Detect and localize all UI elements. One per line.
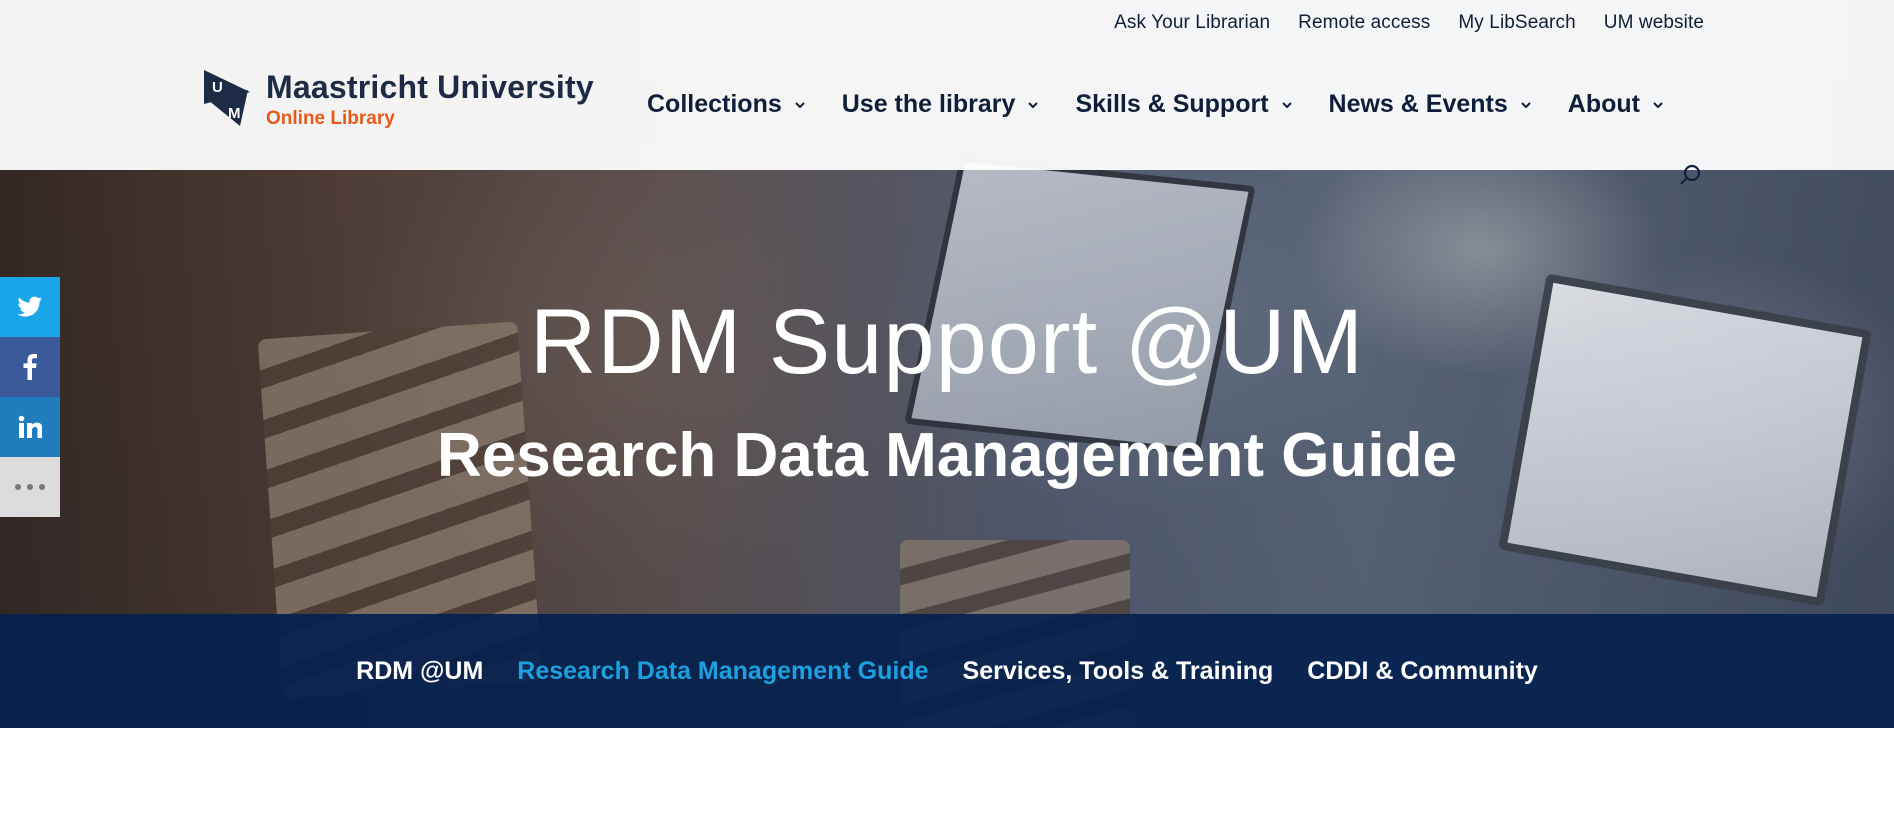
search-icon[interactable] <box>1680 163 1702 185</box>
logo-text: Maastricht University Online Library <box>266 70 594 130</box>
nav-item-label: About <box>1567 90 1640 118</box>
top-utility-nav: Ask Your Librarian Remote access My LibS… <box>1114 12 1704 34</box>
section-subnav: RDM @UM Research Data Management Guide S… <box>0 614 1894 728</box>
subnav-item-cddi-community[interactable]: CDDI & Community <box>1307 657 1538 686</box>
chevron-down-icon <box>1653 101 1663 108</box>
hero-subtitle: Research Data Management Guide <box>437 421 1457 490</box>
logo-subtitle: Online Library <box>266 108 395 129</box>
nav-item-collections[interactable]: Collections <box>647 90 806 119</box>
site-logo[interactable]: U M Maastricht University Online Library <box>204 70 594 130</box>
nav-item-label: Collections <box>647 90 782 118</box>
topbar-link-remote-access[interactable]: Remote access <box>1298 12 1430 34</box>
facebook-share-button[interactable] <box>0 337 60 397</box>
topbar-link-my-libsearch[interactable]: My LibSearch <box>1458 12 1575 34</box>
nav-item-label: Skills & Support <box>1075 90 1269 118</box>
nav-item-label: Use the library <box>841 90 1016 118</box>
twitter-share-button[interactable] <box>0 277 60 337</box>
chevron-down-icon <box>1521 101 1531 108</box>
nav-item-use-the-library[interactable]: Use the library <box>842 90 1040 119</box>
logo-mark-letter-u: U <box>212 79 223 96</box>
hero-title: RDM Support @UM <box>529 291 1365 393</box>
main-nav: Collections Use the library Skills & Sup… <box>647 90 1700 119</box>
site-header: Ask Your Librarian Remote access My LibS… <box>0 0 1894 170</box>
chevron-down-icon <box>1281 101 1292 108</box>
nav-item-label: News & Events <box>1328 90 1508 118</box>
linkedin-icon <box>18 415 42 438</box>
social-share-bar <box>0 277 60 517</box>
subnav-item-rdm-guide[interactable]: Research Data Management Guide <box>517 657 928 686</box>
subnav-item-services-tools-training[interactable]: Services, Tools & Training <box>963 657 1274 686</box>
twitter-icon <box>17 296 42 317</box>
um-logo-icon: U M <box>204 70 250 126</box>
logo-title: Maastricht University <box>266 69 594 105</box>
chevron-down-icon <box>1028 101 1039 108</box>
more-share-button[interactable] <box>0 457 60 517</box>
nav-item-about[interactable]: About <box>1568 90 1664 119</box>
nav-item-news-events[interactable]: News & Events <box>1329 90 1532 119</box>
facebook-icon <box>23 354 37 380</box>
chevron-down-icon <box>795 101 805 108</box>
nav-item-skills-support[interactable]: Skills & Support <box>1075 90 1292 119</box>
subnav-item-rdm-um[interactable]: RDM @UM <box>356 657 483 686</box>
topbar-link-ask-librarian[interactable]: Ask Your Librarian <box>1114 12 1270 34</box>
more-icon <box>15 484 45 490</box>
linkedin-share-button[interactable] <box>0 397 60 457</box>
logo-mark-letter-m: M <box>228 105 241 122</box>
topbar-link-um-website[interactable]: UM website <box>1604 12 1704 34</box>
